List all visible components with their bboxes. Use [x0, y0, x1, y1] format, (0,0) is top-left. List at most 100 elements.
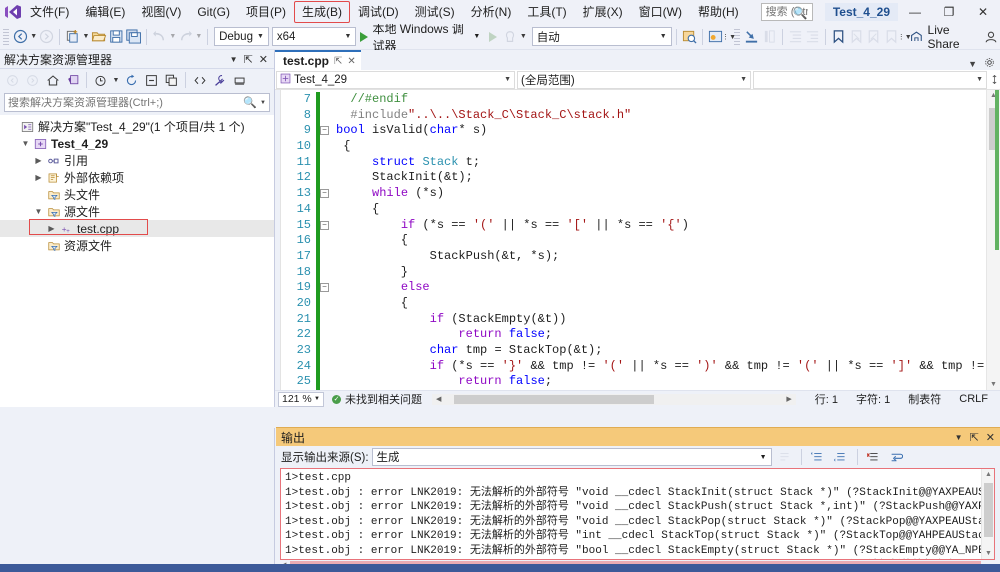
- close-button[interactable]: ✕: [966, 0, 1000, 24]
- code-line[interactable]: − else: [320, 280, 986, 296]
- scroll-down-arrow-icon[interactable]: ▼: [990, 381, 997, 388]
- pin-tab-icon[interactable]: ⇱: [334, 56, 342, 67]
- tree-item-5[interactable]: ▼源文件: [0, 203, 274, 220]
- collapse-chevron-icon[interactable]: ▼: [19, 139, 32, 148]
- scroll-left-arrow-icon[interactable]: ◀: [436, 395, 441, 403]
- tab-list-chevron-icon[interactable]: ▼: [968, 59, 977, 69]
- new-project-dropdown-icon[interactable]: ▼: [82, 27, 91, 47]
- code-line[interactable]: {: [320, 139, 986, 155]
- zoom-level-combo[interactable]: 121 % ▼: [278, 392, 324, 407]
- fold-toggle-icon[interactable]: −: [320, 221, 329, 230]
- menu-item-2[interactable]: 视图(V): [133, 1, 189, 23]
- horizontal-scroll-thumb[interactable]: [454, 395, 654, 404]
- menu-item-7[interactable]: 测试(S): [407, 1, 463, 23]
- tree-item-3[interactable]: ▶外部依赖项: [0, 169, 274, 186]
- tree-item-7[interactable]: 资源文件: [0, 237, 274, 254]
- panel-dropdown-icon[interactable]: ▼: [230, 55, 238, 64]
- global-search-box[interactable]: 🔍: [761, 3, 813, 21]
- toggle-bookmark-icon[interactable]: [830, 27, 847, 47]
- code-line[interactable]: StackInit(&t);: [320, 170, 986, 186]
- start-without-debugging-icon[interactable]: [484, 27, 501, 47]
- pin-icon[interactable]: ⇱: [244, 53, 253, 66]
- collapse-all-icon[interactable]: [142, 71, 161, 90]
- pin-icon[interactable]: ⇱: [970, 431, 979, 444]
- code-line[interactable]: StackPush(&t, *s);: [320, 249, 986, 265]
- go-to-next-message-icon[interactable]: [831, 447, 851, 467]
- code-line[interactable]: }: [320, 265, 986, 281]
- start-debugging-button[interactable]: 本地 Windows 调试器 ▼: [356, 27, 484, 47]
- scroll-down-arrow-icon[interactable]: ▼: [985, 550, 992, 557]
- menu-item-5[interactable]: 生成(B): [294, 1, 350, 23]
- live-share-button[interactable]: Live Share: [910, 23, 983, 51]
- step-into-icon[interactable]: [743, 27, 760, 47]
- nav-scope-combo[interactable]: (全局范围) ▼: [517, 71, 751, 89]
- show-all-files-icon[interactable]: [162, 71, 181, 90]
- refresh-icon[interactable]: [122, 71, 141, 90]
- code-line[interactable]: {: [320, 296, 986, 312]
- nav-project-combo[interactable]: Test_4_29 ▼: [276, 71, 515, 89]
- solution-configuration-combo[interactable]: Debug ▼: [214, 27, 269, 46]
- minimize-button[interactable]: —: [898, 0, 932, 24]
- code-line[interactable]: − while (*s): [320, 186, 986, 202]
- toolbar-grip-2[interactable]: [734, 29, 740, 45]
- properties-icon[interactable]: [210, 71, 229, 90]
- find-in-files-icon[interactable]: [681, 27, 698, 47]
- debug-target-combo[interactable]: 自动 ▼: [532, 27, 672, 46]
- output-dropdown-icon[interactable]: ▼: [955, 433, 963, 442]
- output-scroll-thumb[interactable]: [984, 483, 993, 537]
- code-line[interactable]: {: [320, 202, 986, 218]
- menu-item-0[interactable]: 文件(F): [22, 1, 77, 23]
- menu-item-9[interactable]: 工具(T): [519, 1, 574, 23]
- solution-platform-combo[interactable]: x64 ▼: [272, 27, 357, 46]
- code-editor-surface[interactable]: 789101112131415161718192021222324252627 …: [275, 90, 1000, 390]
- solution-explorer-search[interactable]: 🔍 ▼: [4, 93, 270, 112]
- go-to-previous-message-icon[interactable]: [808, 447, 828, 467]
- output-source-combo[interactable]: 生成 ▼: [372, 448, 772, 466]
- menu-item-6[interactable]: 调试(D): [350, 1, 407, 23]
- account-icon[interactable]: [983, 27, 1000, 47]
- menu-item-12[interactable]: 帮助(H): [690, 1, 747, 23]
- editor-settings-gear-icon[interactable]: [984, 57, 995, 70]
- solution-explorer-dropdown-icon[interactable]: ⋮▼: [724, 27, 734, 47]
- collapse-chevron-icon[interactable]: ▼: [32, 207, 45, 216]
- history-icon[interactable]: [91, 71, 110, 90]
- menu-item-10[interactable]: 扩展(X): [575, 1, 631, 23]
- navigate-backward-icon[interactable]: [12, 27, 29, 47]
- output-text-area[interactable]: 1>test.cpp1>test.obj : error LNK2019: 无法…: [280, 468, 995, 560]
- tree-item-6[interactable]: ▶++test.cpp: [0, 220, 274, 237]
- code-line[interactable]: −bool isValid(char* s): [320, 123, 986, 139]
- menu-item-3[interactable]: Git(G): [189, 1, 238, 23]
- toolbar-overflow-icon[interactable]: ⋮▼: [900, 27, 910, 47]
- tree-item-2[interactable]: ▶引用: [0, 152, 274, 169]
- menu-item-1[interactable]: 编辑(E): [77, 1, 133, 23]
- preview-selected-items-icon[interactable]: [230, 71, 249, 90]
- open-file-icon[interactable]: [90, 27, 107, 47]
- tab-test-cpp[interactable]: test.cpp ⇱ ✕: [275, 50, 361, 70]
- expand-chevron-icon[interactable]: ▶: [45, 224, 58, 233]
- nav-member-combo[interactable]: ▼: [753, 71, 987, 89]
- editor-vertical-scrollbar[interactable]: ▲ ▼: [986, 90, 1000, 390]
- close-tab-icon[interactable]: ✕: [347, 56, 355, 67]
- history-dropdown-icon[interactable]: ▼: [111, 70, 121, 90]
- chevron-down-icon[interactable]: ▼: [473, 33, 480, 40]
- tree-item-1[interactable]: ▼Test_4_29: [0, 135, 274, 152]
- solution-explorer-tree[interactable]: 解决方案"Test_4_29"(1 个项目/共 1 个)▼Test_4_29▶引…: [0, 115, 274, 407]
- expand-chevron-icon[interactable]: ▶: [32, 173, 45, 182]
- menu-item-11[interactable]: 窗口(W): [631, 1, 690, 23]
- pending-changes-icon[interactable]: [63, 71, 82, 90]
- code-line[interactable]: if (*s == '}' && tmp != '(' || *s == ')'…: [320, 359, 986, 375]
- fold-toggle-icon[interactable]: −: [320, 283, 329, 292]
- scroll-right-arrow-icon[interactable]: ▶: [786, 395, 791, 403]
- code-line[interactable]: #include"..\..\Stack_C\Stack_C\stack.h": [320, 108, 986, 124]
- menu-item-8[interactable]: 分析(N): [463, 1, 520, 23]
- code-line[interactable]: if (StackEmpty(&t)): [320, 312, 986, 328]
- code-line[interactable]: {: [320, 233, 986, 249]
- tree-item-0[interactable]: 解决方案"Test_4_29"(1 个项目/共 1 个): [0, 118, 274, 135]
- fold-toggle-icon[interactable]: −: [320, 126, 329, 135]
- toggle-word-wrap-icon[interactable]: [887, 447, 907, 467]
- hot-reload-dropdown-icon[interactable]: ▼: [519, 27, 528, 47]
- split-editor-icon[interactable]: [988, 74, 1000, 85]
- code-line[interactable]: return false;: [320, 327, 986, 343]
- save-icon[interactable]: [108, 27, 125, 47]
- editor-horizontal-scrollbar[interactable]: ◀ ▶: [432, 394, 796, 405]
